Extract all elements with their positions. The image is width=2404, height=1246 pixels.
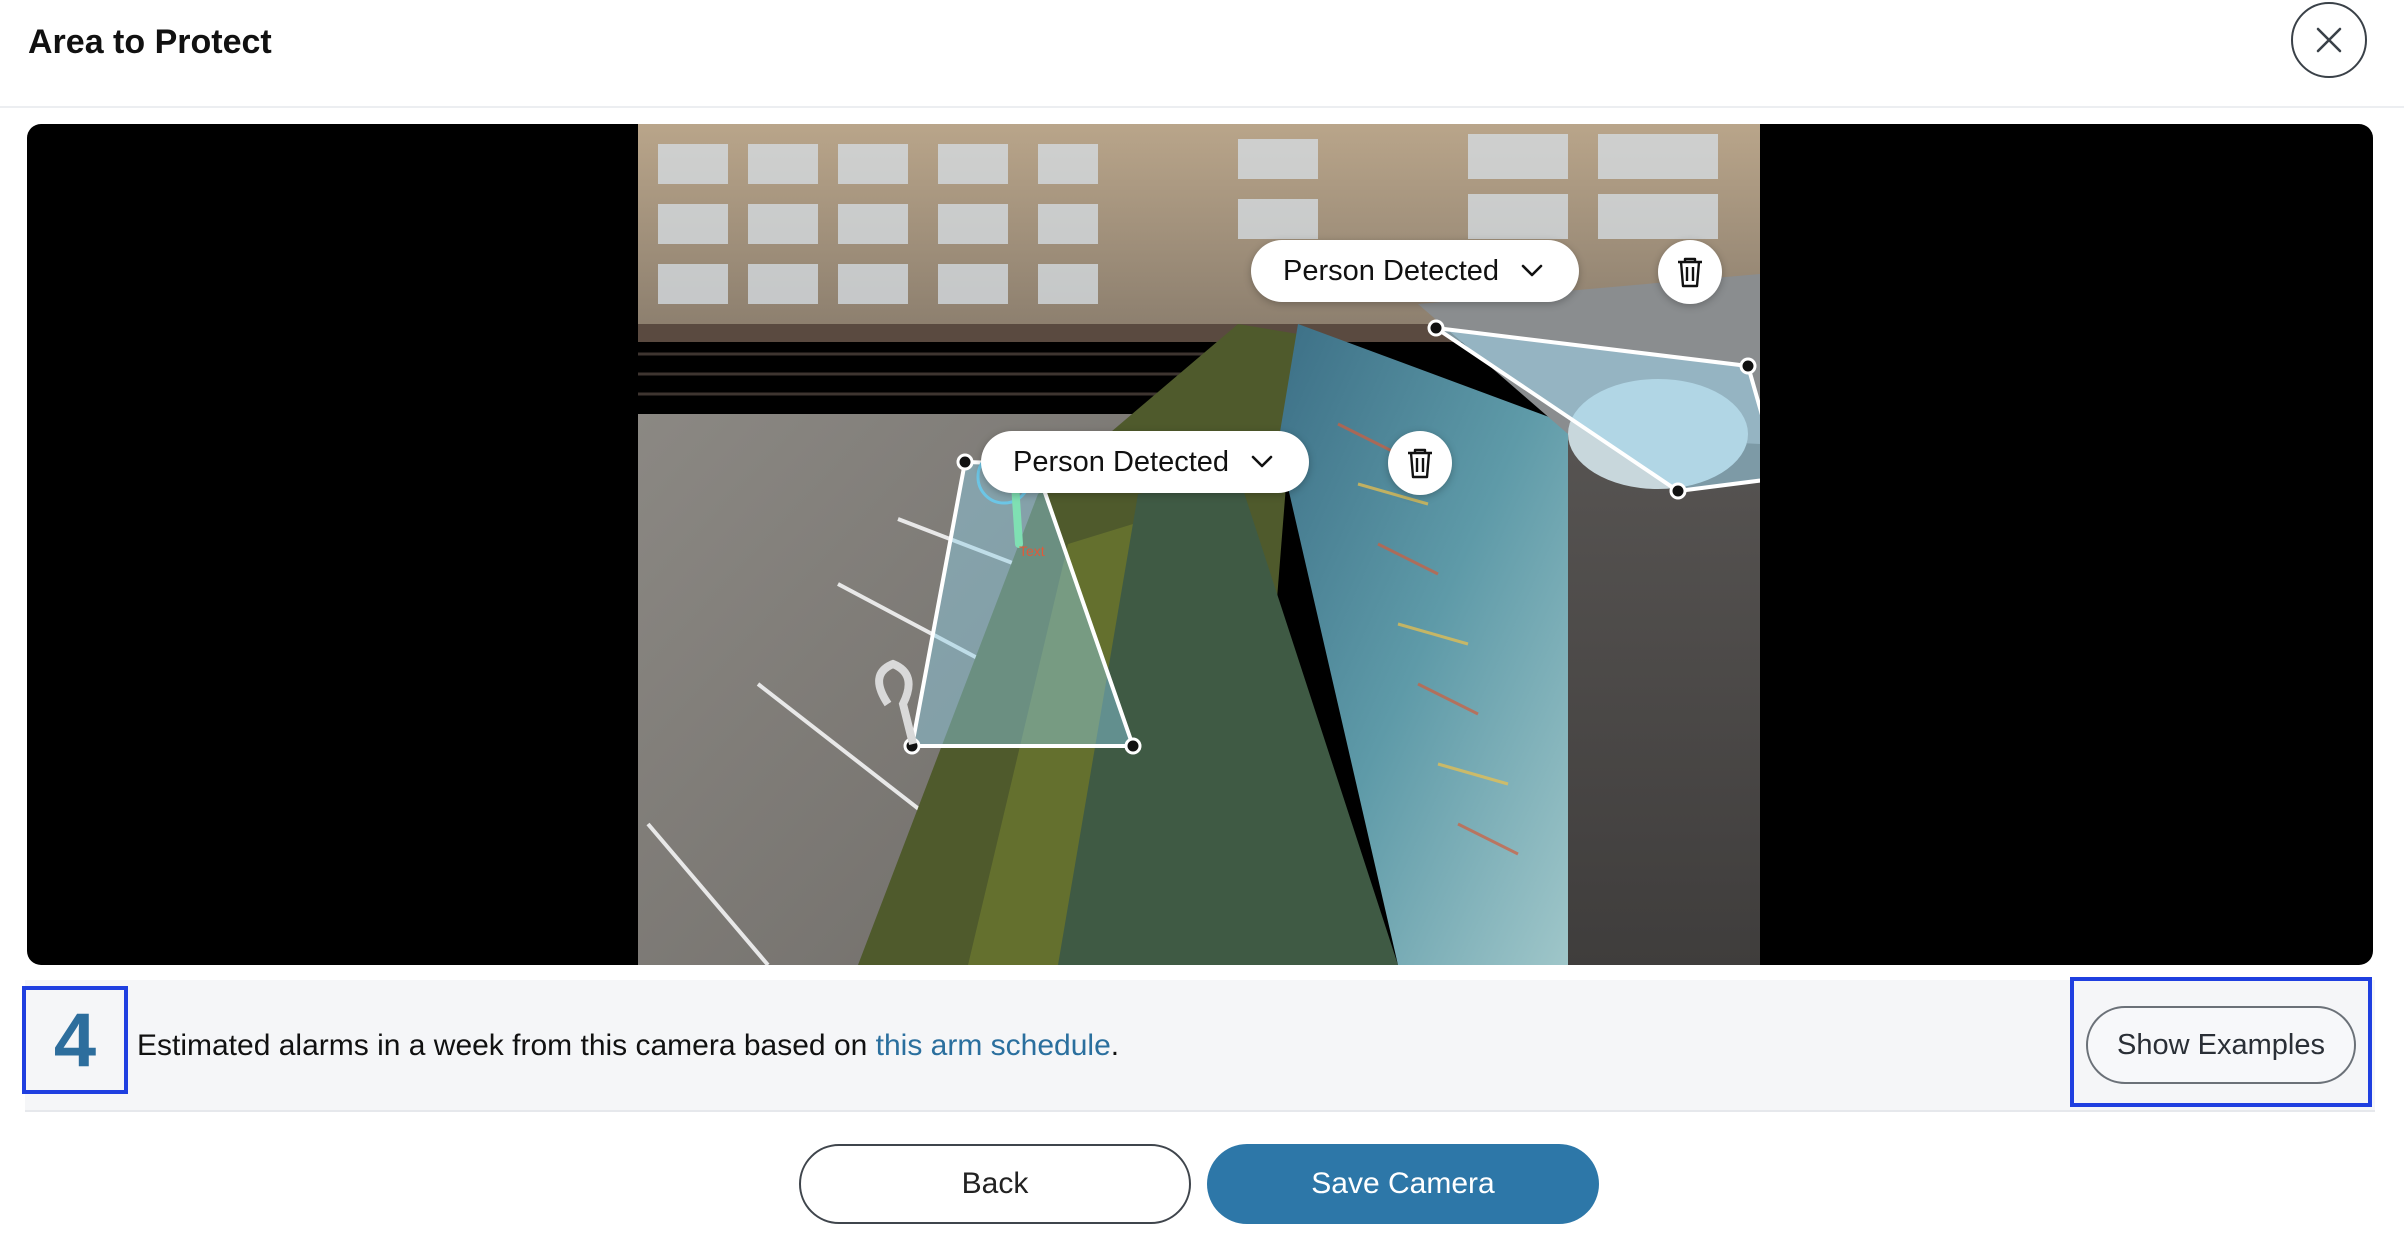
tracking-tag: Text bbox=[1019, 543, 1045, 559]
save-camera-button[interactable]: Save Camera bbox=[1207, 1144, 1599, 1224]
back-button[interactable]: Back bbox=[799, 1144, 1191, 1224]
camera-image: Text bbox=[638, 124, 1760, 965]
camera-viewer: Text Person Detected Person Detected bbox=[27, 124, 2373, 965]
close-button[interactable] bbox=[2291, 2, 2367, 78]
chevron-down-icon bbox=[1251, 455, 1273, 469]
delete-zone-button[interactable] bbox=[1658, 240, 1722, 304]
estimate-description: Estimated alarms in a week from this cam… bbox=[137, 1026, 1119, 1066]
chevron-down-icon bbox=[1521, 264, 1543, 278]
page-title: Area to Protect bbox=[28, 23, 272, 61]
trash-icon bbox=[1678, 257, 1702, 288]
zone-label-text: Person Detected bbox=[1283, 254, 1500, 287]
zone-label-text: Person Detected bbox=[1013, 445, 1230, 478]
estimate-text-after: . bbox=[1110, 1029, 1120, 1062]
trash-icon bbox=[1408, 448, 1432, 479]
close-icon bbox=[2316, 27, 2342, 53]
show-examples-button[interactable]: Show Examples bbox=[2086, 1006, 2356, 1084]
zone-label-dropdown[interactable]: Person Detected bbox=[1251, 240, 1580, 302]
modal-header: Area to Protect bbox=[0, 0, 2404, 108]
delete-zone-button[interactable] bbox=[1388, 431, 1452, 495]
zone-label-dropdown[interactable]: Person Detected bbox=[981, 431, 1310, 493]
estimated-alarm-count: 4 bbox=[22, 986, 128, 1094]
arm-schedule-link[interactable]: this arm schedule bbox=[876, 1029, 1111, 1062]
camera-snapshot: Text Person Detected Person Detected bbox=[638, 124, 1760, 965]
estimate-text-before: Estimated alarms in a week from this cam… bbox=[137, 1029, 876, 1062]
